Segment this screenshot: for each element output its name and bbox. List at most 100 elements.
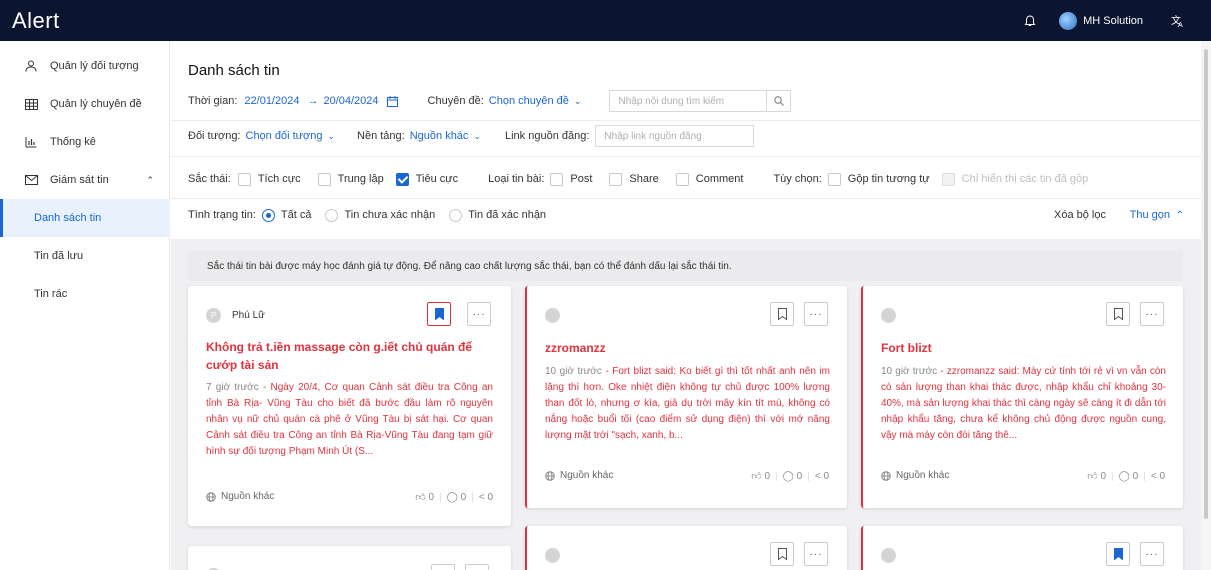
search-button[interactable] (766, 90, 792, 112)
card-excerpt: zzromanzz said: Mày cứ tính tới rẻ vì vn… (881, 366, 1166, 441)
comment-icon[interactable]: ◯ (447, 492, 458, 503)
share-icon[interactable]: < (1151, 471, 1157, 482)
chevron-up-icon[interactable]: ⌃ (146, 175, 154, 186)
checkbox-comment[interactable] (675, 172, 689, 186)
checkbox-negative[interactable] (395, 172, 409, 186)
clear-filters-link[interactable]: Xóa bộ lọc (1054, 209, 1106, 221)
more-options-button[interactable]: ··· (804, 302, 828, 326)
more-icon: ··· (1145, 308, 1159, 320)
status-confirmed-label: Tin đã xác nhận (468, 209, 547, 221)
comment-icon[interactable]: ◯ (1119, 471, 1130, 482)
avatar (881, 308, 896, 323)
sidebar: Quản lý đối tượng Quản lý chuyên đề Thốn… (0, 41, 170, 570)
search-icon (774, 96, 784, 106)
collapse-link[interactable]: Thu gọn (1130, 209, 1170, 221)
news-card[interactable] (188, 546, 511, 570)
checkbox-neutral[interactable] (317, 172, 331, 186)
sidebar-sub-news-list[interactable]: Danh sách tin (0, 199, 170, 237)
card-title[interactable]: zzromanzz (545, 339, 830, 357)
chevron-up-icon[interactable]: ⌃ (1176, 210, 1184, 221)
bookmark-button[interactable] (770, 302, 794, 326)
sidebar-sub-label: Tin đã lưu (34, 250, 84, 262)
checkbox-post[interactable] (550, 172, 564, 186)
more-icon: ··· (472, 308, 486, 320)
bookmark-button[interactable] (1106, 302, 1130, 326)
bookmark-button[interactable] (770, 542, 794, 566)
card-title[interactable]: Fort blizt (881, 339, 1166, 357)
more-options-button[interactable] (465, 564, 489, 570)
radio-all[interactable] (261, 208, 275, 222)
source-label: Nguồn khác (221, 491, 275, 502)
card-author[interactable]: Phú Lữ (232, 310, 265, 321)
bookmark-button[interactable] (431, 564, 455, 570)
scroll-thumb[interactable] (1204, 49, 1208, 519)
news-card[interactable]: ··· Fort blizt 10 giờ trước - zzromanzz … (861, 286, 1183, 508)
company-name[interactable]: MH Solution (1083, 15, 1143, 27)
globe-icon (206, 491, 216, 502)
card-stats: 👍︎ 0 | ◯ 0 | < 0 (751, 470, 829, 483)
checkbox-group-similar[interactable] (827, 172, 841, 186)
checkbox-share[interactable] (609, 172, 623, 186)
chevron-down-icon[interactable]: ⌄ (327, 131, 335, 142)
radio-unconfirmed[interactable] (325, 208, 339, 222)
table-icon (24, 97, 38, 111)
page-title: Danh sách tin (188, 62, 280, 79)
share-icon[interactable]: < (479, 492, 485, 503)
news-card[interactable]: P Phú Lữ ··· Không trả t.iền massage còn… (188, 286, 511, 526)
link-input[interactable]: Nhập link nguồn đăng (595, 125, 755, 147)
sentiment-negative-label: Tiêu cực (415, 173, 459, 185)
top-bar: Alert MH Solution 文A (0, 0, 1211, 41)
bookmark-icon (777, 308, 787, 320)
more-options-button[interactable]: ··· (804, 542, 828, 566)
checkbox-positive[interactable] (237, 172, 251, 186)
share-icon[interactable]: < (815, 471, 821, 482)
news-card[interactable]: ··· zzromanzz 10 giờ trước - Fort blizt … (525, 286, 847, 508)
sidebar-item-topics[interactable]: Quản lý chuyên đề (0, 85, 170, 123)
comment-icon[interactable]: ◯ (783, 471, 794, 482)
subject-select[interactable]: Chọn đối tượng (246, 130, 323, 142)
bar-chart-icon (24, 135, 38, 149)
more-options-button[interactable]: ··· (1140, 542, 1164, 566)
sidebar-item-subjects[interactable]: Quản lý đối tượng (0, 47, 170, 85)
sentiment-label: Sắc thái: (188, 173, 231, 185)
scrollbar[interactable] (1201, 41, 1211, 570)
globe-icon (881, 470, 891, 481)
sidebar-sub-saved[interactable]: Tin đã lưu (0, 237, 170, 275)
source-label: Nguồn khác (560, 470, 614, 481)
news-card[interactable]: ··· (861, 526, 1183, 570)
more-options-button[interactable]: ··· (1140, 302, 1164, 326)
subject-label: Đối tượng: (188, 130, 241, 142)
calendar-icon[interactable] (386, 95, 398, 107)
search-input[interactable]: Nhập nội dung tìm kiếm (609, 90, 767, 112)
card-time: 10 giờ trước (545, 366, 602, 377)
news-card[interactable]: ··· (525, 526, 847, 570)
sidebar-sub-trash[interactable]: Tin rác (0, 275, 170, 313)
app-logo[interactable]: Alert (12, 8, 60, 34)
more-options-button[interactable]: ··· (467, 302, 491, 326)
like-count: 0 (764, 470, 771, 482)
card-title[interactable]: Không trả t.iền massage còn g.iết chủ qu… (206, 338, 493, 374)
time-label: Thời gian: (188, 95, 238, 107)
radio-confirmed[interactable] (449, 208, 463, 222)
platform-select[interactable]: Nguồn khác (410, 130, 469, 142)
date-to[interactable]: 20/04/2024 (323, 95, 378, 107)
card-body: 7 giờ trước - Ngày 20/4, Cơ quan Cảnh sá… (206, 382, 493, 457)
more-icon: ··· (809, 548, 823, 560)
bell-icon[interactable] (1023, 14, 1037, 28)
like-icon[interactable]: 👍︎ (415, 491, 425, 503)
translate-icon[interactable]: 文A (1171, 14, 1185, 28)
sentiment-positive-label: Tích cực (257, 173, 301, 185)
sidebar-item-monitoring[interactable]: Giám sát tin ⌃ (0, 161, 170, 199)
card-source: Nguồn khác (545, 470, 613, 481)
chevron-down-icon[interactable]: ⌄ (473, 131, 481, 142)
like-icon[interactable]: 👍︎ (1087, 470, 1097, 482)
like-icon[interactable]: 👍︎ (751, 470, 761, 482)
sidebar-item-statistics[interactable]: Thống kê (0, 123, 170, 161)
bookmark-button[interactable] (1106, 542, 1130, 566)
card-body: 10 giờ trước - Fort blizt said: Ko biết … (545, 366, 830, 441)
date-from[interactable]: 22/01/2024 (244, 95, 299, 107)
topic-select[interactable]: Chọn chuyên đề (489, 95, 569, 107)
company-avatar[interactable] (1059, 11, 1078, 30)
chevron-down-icon[interactable]: ⌄ (574, 96, 582, 107)
bookmark-button[interactable] (427, 302, 451, 326)
